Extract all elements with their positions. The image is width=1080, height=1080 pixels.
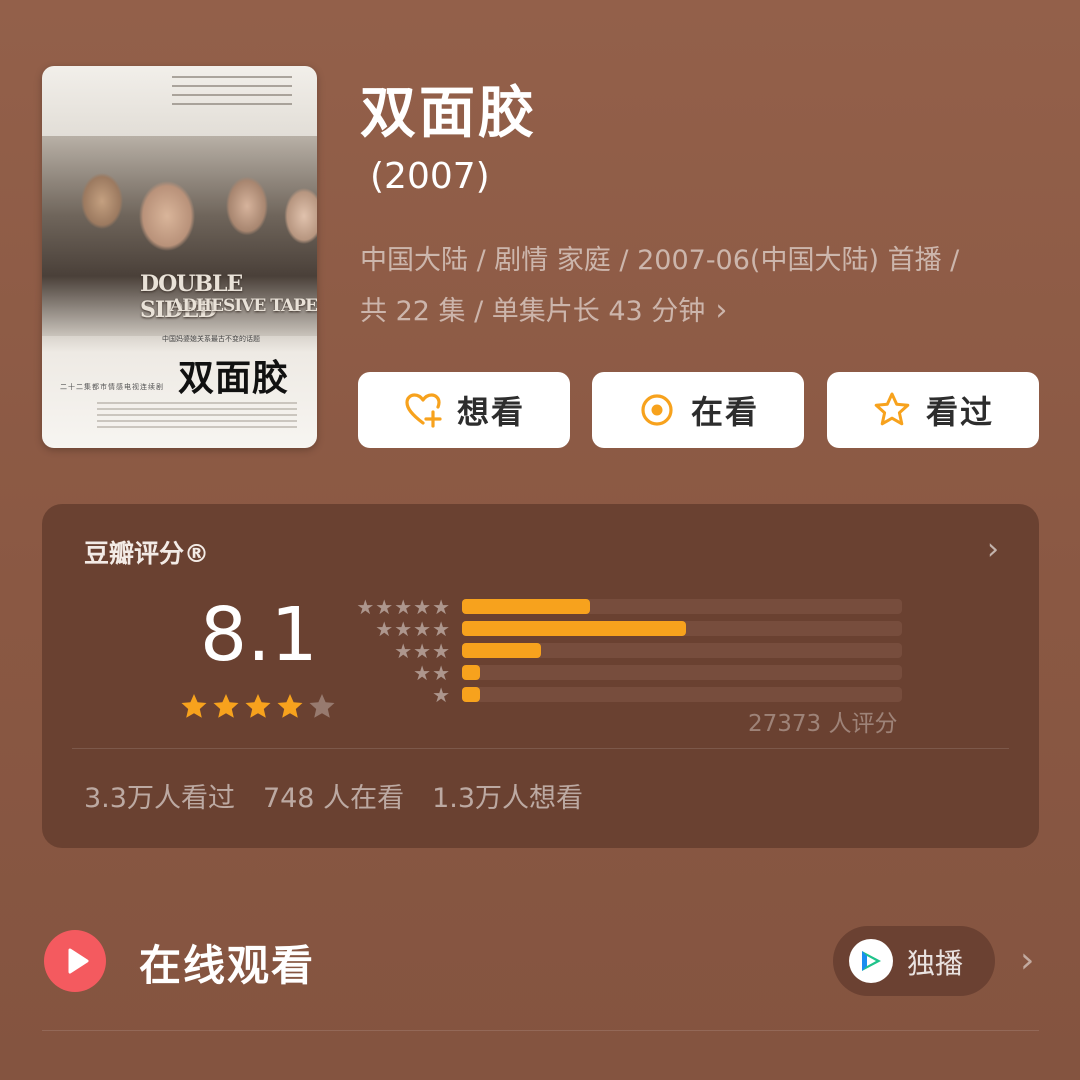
watched-count: 3.3万人看过 <box>84 783 235 814</box>
heart-plus-icon <box>405 393 442 428</box>
mini-star-icon: ★ <box>394 639 413 663</box>
poster-chinese-title: 双面胶 <box>178 358 290 399</box>
mini-star-icon: ★ <box>356 595 375 619</box>
mini-stars: ★ ★ ★ ★ <box>375 619 450 639</box>
rating-bar-fill <box>462 599 590 614</box>
rating-bar-5-star: ★ ★ ★ ★ ★ <box>350 596 910 618</box>
mini-star-icon: ★ <box>375 595 394 619</box>
chevron-right-icon[interactable]: › <box>987 532 999 567</box>
video-platform-logo-icon <box>849 939 893 983</box>
meta-line-2-text: 共 22 集 / 单集片长 43 分钟 <box>360 296 706 327</box>
rating-score: 8.1 <box>200 592 318 678</box>
platform-label: 独播 <box>907 947 964 980</box>
platform-badge[interactable]: 独播 <box>833 926 995 996</box>
rating-bar-fill <box>462 687 480 702</box>
mini-stars: ★ <box>432 685 450 705</box>
rating-bar-track <box>462 687 902 702</box>
chevron-right-icon[interactable]: › <box>1020 940 1034 981</box>
mini-star-icon: ★ <box>413 617 432 641</box>
mini-star-icon: ★ <box>413 595 432 619</box>
star-outline-icon <box>874 392 910 426</box>
mini-star-icon: ★ <box>432 661 450 685</box>
divider <box>42 1030 1039 1031</box>
movie-poster[interactable]: DOUBLE SIDED ADHESIVE TAPE 中国妈婆媳关系最古不变的话… <box>42 66 317 448</box>
mini-star-icon: ★ <box>413 639 432 663</box>
divider <box>72 748 1009 749</box>
star-filled-icon <box>181 694 207 718</box>
rating-bar-track <box>462 643 902 658</box>
poster-subtitle: 二十二集都市情感电视连续剧 <box>60 383 164 391</box>
mini-stars: ★ ★ <box>413 663 450 683</box>
meta-line-2: 共 22 集 / 单集片长 43 分钟 › <box>360 286 1050 337</box>
rating-bar-fill <box>462 665 480 680</box>
star-filled-icon <box>213 694 239 718</box>
mini-star-icon: ★ <box>432 683 450 707</box>
rating-bar-fill <box>462 643 542 658</box>
want-to-watch-button[interactable]: 想看 <box>358 372 570 448</box>
watched-button[interactable]: 看过 <box>827 372 1039 448</box>
rating-count: 27373 人评分 <box>748 711 898 737</box>
watching-button[interactable]: 在看 <box>592 372 804 448</box>
poster-credits <box>97 402 297 428</box>
movie-title: 双面胶 <box>360 81 537 146</box>
online-watch-title: 在线观看 <box>139 941 316 990</box>
rating-bar-3-star: ★ ★ ★ <box>350 640 910 662</box>
rating-distribution: ★ ★ ★ ★ ★ ★ ★ ★ ★ ★ ★ ★ ★ ★ ★ <box>350 596 910 706</box>
mini-stars: ★ ★ ★ ★ ★ <box>356 597 450 617</box>
star-filled-icon <box>245 694 271 718</box>
rating-bar-track <box>462 599 902 614</box>
rating-bar-2-star: ★ ★ <box>350 662 910 684</box>
rating-header: 豆瓣评分® <box>84 539 210 568</box>
watched-label: 看过 <box>925 393 994 431</box>
mini-star-icon: ★ <box>394 595 413 619</box>
rating-card[interactable]: 豆瓣评分® › 8.1 ★ ★ ★ ★ ★ ★ ★ ★ ★ ★ ★ ★ ★ ★ ★ 27373 人评分 3.… <box>42 504 1039 848</box>
rating-bar-fill <box>462 621 687 636</box>
mini-star-icon: ★ <box>413 661 432 685</box>
want-count: 1.3万人想看 <box>432 783 584 814</box>
target-circle-icon <box>641 394 673 426</box>
poster-english-title-line2: ADHESIVE TAPE <box>170 296 317 316</box>
watching-label: 在看 <box>690 393 759 431</box>
rating-bar-track <box>462 621 902 636</box>
star-filled-icon <box>277 694 303 718</box>
rating-bar-track <box>462 665 902 680</box>
meta-line-1: 中国大陆 / 剧情 家庭 / 2007-06(中国大陆) 首播 / <box>360 245 960 276</box>
want-to-watch-label: 想看 <box>456 393 525 431</box>
mini-star-icon: ★ <box>375 617 394 641</box>
rating-stars <box>179 692 337 722</box>
mini-star-icon: ★ <box>432 595 450 619</box>
movie-meta[interactable]: 中国大陆 / 剧情 家庭 / 2007-06(中国大陆) 首播 / 共 22 集… <box>360 236 1050 337</box>
play-icon <box>44 930 106 992</box>
star-empty-icon <box>309 694 335 718</box>
mini-star-icon: ★ <box>432 617 450 641</box>
rating-bar-1-star: ★ <box>350 684 910 706</box>
movie-year: (2007) <box>370 156 490 197</box>
online-watch-row[interactable]: 在线观看 独播 › <box>42 920 1042 1004</box>
poster-top-credits <box>172 76 292 110</box>
rating-stats: 3.3万人看过 748 人在看 1.3万人想看 <box>84 776 583 815</box>
chevron-right-icon: › <box>715 293 728 328</box>
poster-tagline: 中国妈婆媳关系最古不变的话题 <box>162 335 260 343</box>
mini-star-icon: ★ <box>432 639 450 663</box>
mini-stars: ★ ★ ★ <box>394 641 450 661</box>
watching-count: 748 人在看 <box>262 783 405 814</box>
rating-bar-4-star: ★ ★ ★ ★ <box>350 618 910 640</box>
mini-star-icon: ★ <box>394 617 413 641</box>
